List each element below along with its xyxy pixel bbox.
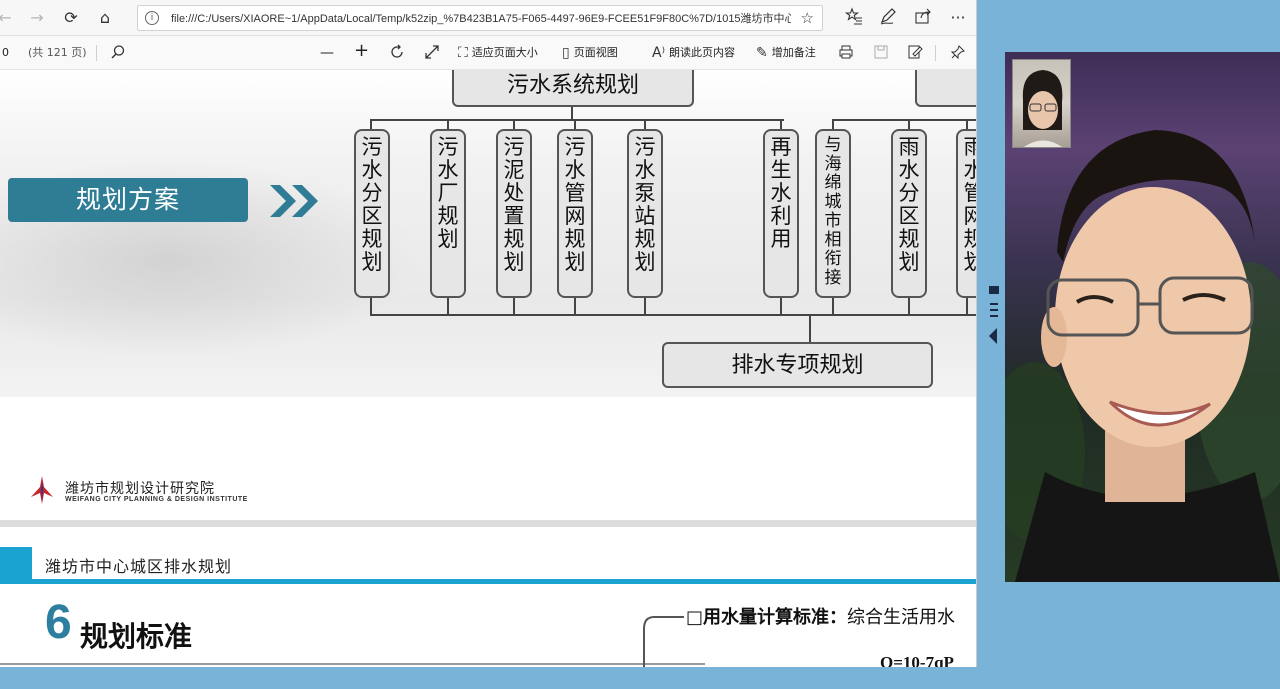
institute-name-en: WEIFANG CITY PLANNING & DESIGN INSTITUTE [65,496,248,503]
pen-icon[interactable] [877,7,899,29]
formula: Q=10-7qP [880,653,954,667]
institute-logo-icon [31,476,53,504]
column-box-sponge-city: 与 海 绵 城 市 相 衔 接 [815,129,851,298]
connector-line [447,297,449,315]
page-total: (共 121 页) [28,46,87,59]
institute-name: 潍坊市规划设计研究院 [65,481,215,497]
pdf-page-diagram: 污水系统规划 污 水 分 区 规 划 污 水 厂 规 划 污 泥 处 置 规 划… [0,70,976,520]
column-box-rain-zoning: 雨 水 分 区 规 划 [891,129,927,298]
column-box-sewage-plant: 污 水 厂 规 划 [430,129,466,298]
save-icon[interactable] [873,44,889,62]
add-notes-label: 增加备注 [771,46,816,59]
title-accent-bar [0,547,32,581]
pdf-page-next: 潍坊市中心城区排水规划 6 规划标准 □用水量计算标准：综合生活用水 Q=10-… [0,527,976,667]
page-separator [0,520,976,527]
fullscreen-icon[interactable] [424,44,440,62]
top-box-sewage-system: 污水系统规划 [452,70,694,107]
add-notes-icon: ✎ [756,45,768,61]
back-button[interactable]: ← [0,7,16,29]
heading-underline [0,663,705,665]
fit-page-icon: ⛶ [458,45,468,61]
desktop-background [0,667,1280,689]
toolbar-divider [96,45,97,61]
toolbar-divider [935,45,936,61]
address-bar-row: ← → ⟳ ⌂ i file:///C:/Users/XIAORE~1/AppD… [0,0,976,36]
column-box-sludge-disposal: 污 泥 处 置 规 划 [496,129,532,298]
connector-line [644,297,646,315]
fit-page-button[interactable]: ⛶ 适应页面大小 [458,44,538,62]
bracket-curve [643,616,684,667]
section-heading: 规划标准 [80,620,193,653]
star-icon[interactable]: ☆ [801,9,814,27]
search-icon[interactable] [110,44,126,62]
read-aloud-button[interactable]: A⁾ 朗读此页内容 [652,44,735,62]
connector-line [908,297,910,315]
read-aloud-label: 朗读此页内容 [669,46,736,59]
bullet-rest-text: 综合生活用水 [847,607,956,628]
share-icon[interactable] [912,7,934,29]
pdf-toolbar: 0 (共 121 页) — + ⛶ 适应页面大小 ▯ 页面视图 A⁾ 朗读此页内容 ✎… [0,36,976,70]
connector-line [370,314,976,316]
add-notes-button[interactable]: ✎ 增加备注 [756,44,816,62]
column-box-sewage-zoning: 污 水 分 区 规 划 [354,129,390,298]
connector-line [832,297,834,315]
read-aloud-icon: A⁾ [652,45,666,61]
page-view-icon: ▯ [562,45,570,61]
bullet-bold-text: □用水量计算标准： [686,607,848,628]
connector-line [370,297,372,315]
home-button[interactable]: ⌂ [94,7,116,29]
url-text: file:///C:/Users/XIAORE~1/AppData/Local/… [171,13,791,25]
self-view-video [1022,70,1063,147]
forward-button[interactable]: → [26,7,48,29]
double-chevron-icon [270,185,318,217]
connector-line [370,119,784,121]
bullet-water-standard: □用水量计算标准：综合生活用水 [686,603,955,629]
title-rule [0,579,976,584]
url-input[interactable]: i file:///C:/Users/XIAORE~1/AppData/Loca… [137,5,823,31]
pin-icon[interactable] [950,44,966,62]
favorites-icon[interactable] [843,7,865,29]
more-icon[interactable]: ··· [947,7,969,29]
browser-window: ← → ⟳ ⌂ i file:///C:/Users/XIAORE~1/AppD… [0,0,977,667]
zoom-in-button[interactable]: + [354,42,369,60]
column-box-sewage-network: 污 水 管 网 规 划 [557,129,593,298]
slide-title: 潍坊市中心城区排水规划 [45,557,233,576]
connector-line [780,297,782,315]
connector-line [574,297,576,315]
fit-page-label: 适应页面大小 [471,46,538,59]
panel-toggle-icon[interactable] [985,280,1003,352]
connector-line [966,297,968,315]
connector-line [834,119,976,121]
rotate-icon[interactable] [389,44,405,62]
self-view-thumbnail[interactable] [1012,59,1071,148]
refresh-button[interactable]: ⟳ [60,7,82,29]
column-box-pump-station: 污 水 泵 站 规 划 [627,129,663,298]
top-box-partial [915,70,976,107]
save-as-icon[interactable] [907,44,923,62]
zoom-out-button[interactable]: — [320,44,334,62]
video-call-window[interactable] [1005,52,1280,582]
info-icon[interactable]: i [145,11,159,25]
page-number-input[interactable]: 0 [2,44,9,62]
bottom-box-drainage-plan: 排水专项规划 [662,342,933,388]
section-number: 6 [45,596,72,649]
connector-line [809,314,811,344]
page-view-button[interactable]: ▯ 页面视图 [562,44,618,62]
page-view-label: 页面视图 [573,46,618,59]
connector-line [513,297,515,315]
column-box-reclaimed-water: 再 生 水 利 用 [763,129,799,298]
column-box-rain-network: 雨 水 管 网 规 划 [956,129,976,298]
print-icon[interactable] [838,44,854,62]
plan-scheme-label: 规划方案 [8,178,248,222]
